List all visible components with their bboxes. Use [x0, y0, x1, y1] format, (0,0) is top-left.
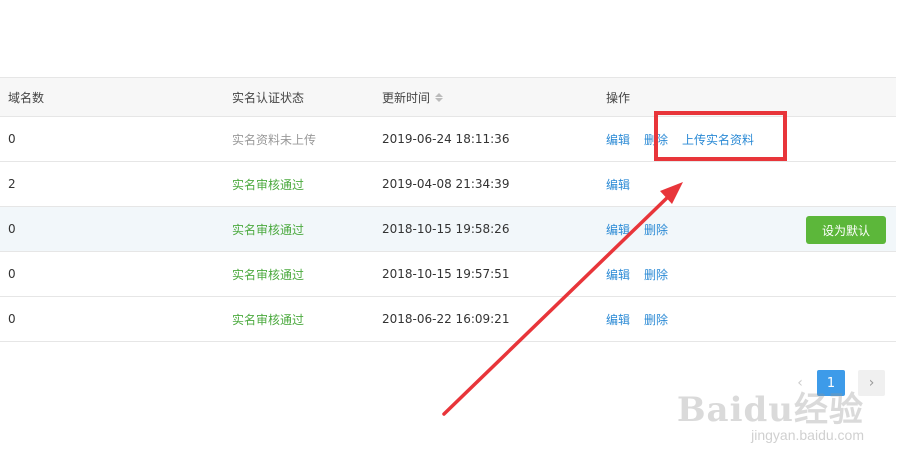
- watermark-logo: Baidu经验: [676, 390, 864, 430]
- baidu-jingyan-watermark: Baidu经验 jingyan.baidu.com: [677, 382, 864, 443]
